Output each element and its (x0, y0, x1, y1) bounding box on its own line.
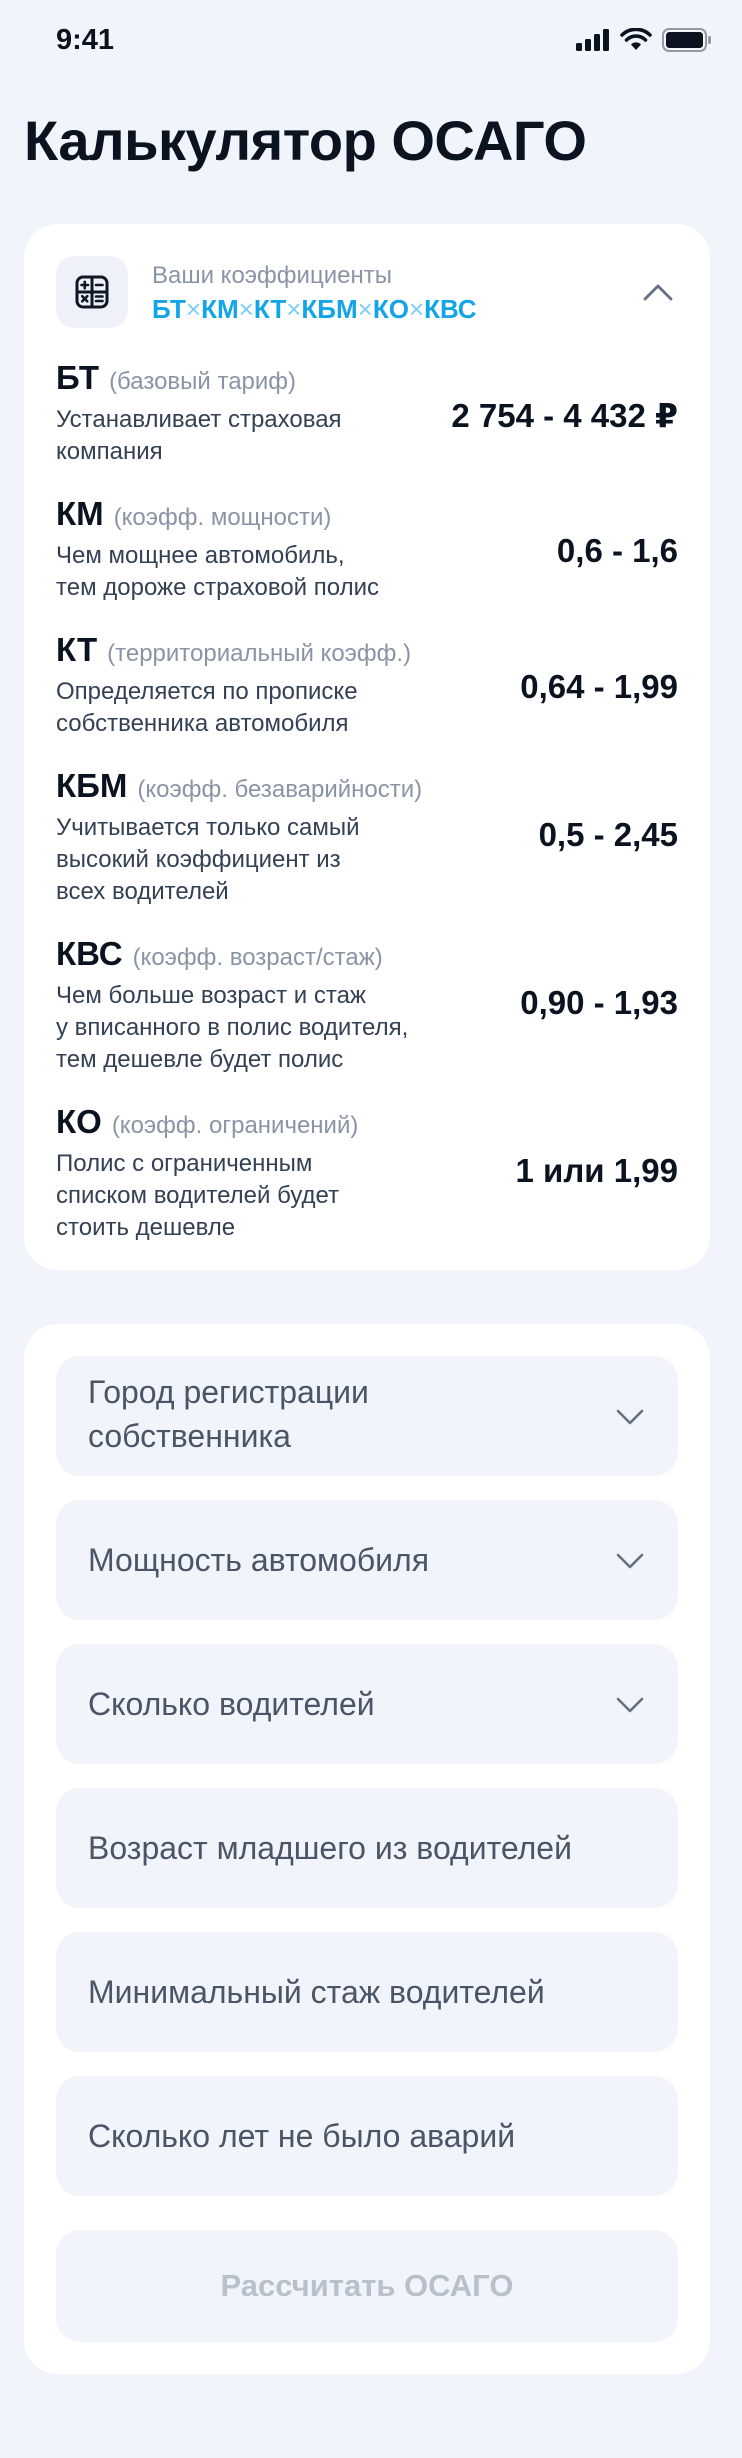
drivers-count-label: Сколько водителей (88, 1686, 375, 1722)
coefficients-formula: БТ×КМ×КТ×КБМ×КО×КВС (152, 294, 477, 325)
formula-part: КМ (201, 294, 239, 324)
city-select[interactable]: Город регистрации собственника (56, 1356, 678, 1476)
coefficient-value: 0,90 - 1,93 (520, 984, 678, 1021)
status-time: 9:41 (56, 24, 115, 56)
coefficient-description: Учитывается только самый высокий коэффиц… (56, 812, 486, 908)
coefficient-code: КМ (56, 495, 104, 532)
coefficient-code: БТ (56, 359, 100, 396)
description-line: Учитывается только самый (56, 814, 360, 841)
coefficient-row-kbm: КБМ (коэфф. безаварийности) Учитывается т… (56, 766, 678, 908)
formula-part: БТ (152, 294, 186, 324)
description-line: собственника автомобиля (56, 710, 349, 737)
description-line: Устанавливает страховая (56, 406, 342, 433)
city-select-label: Город регистрации собственника (88, 1370, 369, 1458)
formula-part: КВС (424, 294, 477, 324)
battery-icon (662, 28, 711, 52)
chevron-down-icon (616, 1409, 644, 1425)
coefficient-value: 0,64 - 1,99 (520, 668, 678, 705)
coefficient-code: КО (56, 1103, 102, 1140)
description-line: всех водителей (56, 878, 229, 905)
coefficient-row-kvs: КВС (коэфф. возраст/стаж) Чем больше возр… (56, 934, 678, 1076)
coefficient-value: 1 или 1,99 (515, 1152, 678, 1189)
formula-part: КТ (253, 294, 287, 324)
coefficient-row-bt: БТ (базовый тариф) Устанавливает страхова… (56, 358, 678, 468)
description-line: стоить дешевле (56, 1214, 236, 1241)
description-line: высокий коэффициент из (56, 846, 341, 873)
formula-separator: × (185, 294, 202, 324)
chevron-down-icon (616, 1553, 644, 1569)
description-line: Определяется по прописке (56, 678, 358, 705)
coefficient-description: Чем больше возраст и стаж у вписанного в… (56, 980, 486, 1076)
description-line: тем дешевле будет полис (56, 1046, 344, 1073)
signal-icon (576, 29, 609, 51)
collapse-button[interactable] (638, 272, 678, 312)
coefficient-code: КТ (56, 631, 98, 668)
coefficient-description: Устанавливает страховая компания (56, 404, 486, 468)
formula-separator: × (238, 294, 254, 324)
youngest-driver-age-input[interactable]: Возраст младшего из водителей (56, 1788, 678, 1908)
min-experience-placeholder: Минимальный стаж водителей (88, 1974, 545, 2010)
wifi-icon (620, 28, 652, 50)
label-line: собственника (88, 1418, 291, 1454)
calculator-icon (56, 256, 128, 328)
label-line: Город регистрации (88, 1374, 369, 1410)
coefficient-note: (базовый тариф) (109, 368, 297, 395)
description-line: Полис с ограниченным (56, 1150, 313, 1177)
status-icons (576, 28, 712, 52)
description-line: Чем мощнее автомобиль, (56, 542, 345, 569)
coefficient-value: 0,5 - 2,45 (538, 816, 678, 853)
engine-power-label: Мощность автомобиля (88, 1542, 430, 1578)
calculator-form: Город регистрации собственника Мощность … (24, 1324, 710, 2374)
coefficient-note: (коэфф. безаварийности) (137, 776, 423, 803)
formula-separator: × (357, 294, 373, 324)
coefficient-value: 2 754 - 4 432 ₽ (451, 397, 678, 434)
coefficient-note: (коэфф. ограничений) (111, 1112, 359, 1139)
coefficient-note: (коэфф. мощности) (113, 504, 332, 531)
formula-separator: × (408, 294, 425, 324)
formula-part: КО (372, 294, 409, 324)
coefficient-value: 0,6 - 1,6 (556, 532, 678, 569)
coefficient-note: (коэфф. возраст/стаж) (132, 944, 383, 971)
coefficient-description: Полис с ограниченным списком водителей б… (56, 1148, 486, 1244)
coefficient-row-ko: КО (коэфф. ограничений) Полис с ограничен… (56, 1102, 678, 1244)
min-experience-input[interactable]: Минимальный стаж водителей (56, 1932, 678, 2052)
chevron-up-icon (643, 284, 673, 301)
coefficients-caption: Ваши коэффициенты (152, 262, 392, 289)
youngest-driver-age-placeholder: Возраст младшего из водителей (88, 1830, 572, 1866)
coefficient-code: КБМ (56, 767, 128, 804)
description-line: у вписанного в полис водителя, (56, 1014, 409, 1041)
accident-free-years-input[interactable]: Сколько лет не было аварий (56, 2076, 678, 2196)
coefficient-row-kt: КТ (территориальный коэфф.) Определяется … (56, 630, 678, 740)
description-line: тем дороже страховой полис (56, 574, 379, 601)
drivers-count-select[interactable]: Сколько водителей (56, 1644, 678, 1764)
coefficients-header[interactable]: Ваши коэффициенты БТ×КМ×КТ×КБМ×КО×КВС (56, 256, 678, 328)
accident-free-years-placeholder: Сколько лет не было аварий (88, 2118, 516, 2154)
coefficient-description: Чем мощнее автомобиль, тем дороже страхо… (56, 540, 486, 604)
coefficient-row-km: КМ (коэфф. мощности) Чем мощнее автомобил… (56, 494, 678, 604)
coefficient-code: КВС (56, 935, 123, 972)
chevron-down-icon (616, 1697, 644, 1713)
formula-separator: × (286, 294, 302, 324)
formula-part: КБМ (301, 294, 358, 324)
description-line: компания (56, 438, 163, 465)
coefficient-note: (территориальный коэфф.) (107, 640, 412, 667)
coefficients-card: Ваши коэффициенты БТ×КМ×КТ×КБМ×КО×КВС БТ… (24, 224, 710, 1270)
page-title: Калькулятор ОСАГО (24, 109, 587, 172)
description-line: списком водителей будет (56, 1182, 340, 1209)
calculate-button[interactable]: Рассчитать ОСАГО (56, 2230, 678, 2342)
coefficient-description: Определяется по прописке собственника ав… (56, 676, 486, 740)
engine-power-select[interactable]: Мощность автомобиля (56, 1500, 678, 1620)
description-line: Чем больше возраст и стаж (56, 982, 366, 1009)
status-bar: 9:41 (0, 0, 742, 82)
